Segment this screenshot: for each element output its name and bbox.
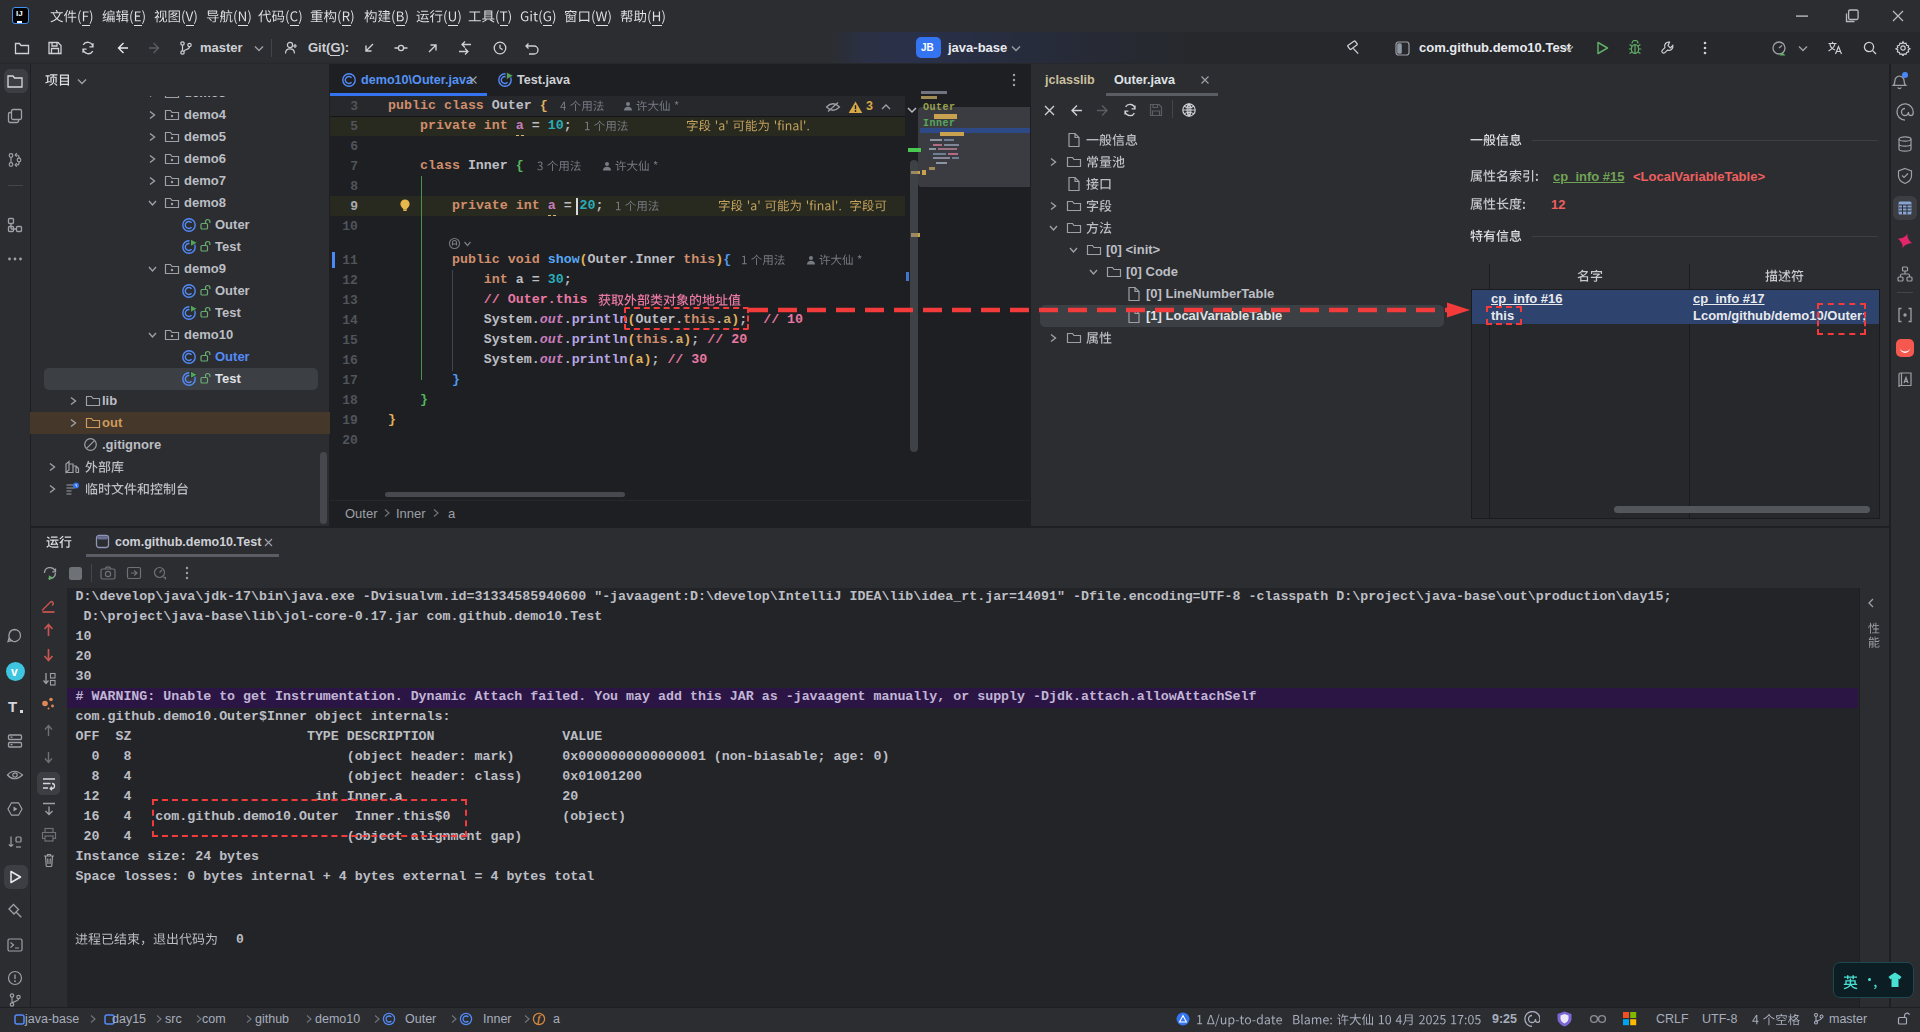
svg-text:f: f [537,1013,542,1024]
